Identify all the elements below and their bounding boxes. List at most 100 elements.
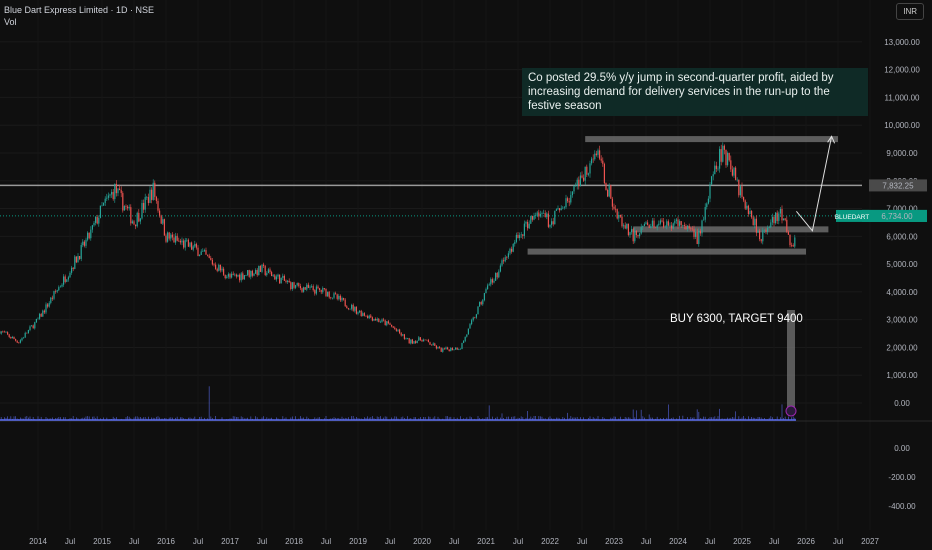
candle-body: [375, 319, 377, 321]
candle-body: [677, 219, 679, 226]
candle-body: [447, 347, 449, 350]
candle-body: [197, 247, 199, 256]
candle-body: [730, 160, 732, 170]
candle-body: [466, 334, 468, 337]
y-tick-label: 6,000.00: [886, 232, 918, 241]
x-tick-label: 2018: [285, 537, 303, 546]
candle-body: [56, 290, 58, 292]
candle-body: [538, 212, 540, 217]
candle-body: [418, 337, 420, 341]
candle-body: [335, 293, 337, 295]
candle-body: [376, 318, 378, 321]
candle-body: [605, 183, 607, 190]
candle-body: [391, 324, 393, 327]
candle-body: [501, 260, 503, 266]
candle-body: [186, 239, 188, 241]
candle-body: [381, 319, 383, 322]
candle-body: [655, 227, 657, 229]
candle-body: [279, 274, 281, 284]
candle-body: [195, 243, 197, 248]
candle-body: [735, 167, 737, 180]
candle-body: [419, 337, 421, 340]
support-resistance-zone: [527, 248, 806, 255]
y-tick-label: 2,000.00: [886, 343, 918, 352]
candle-body: [141, 202, 143, 219]
candle-body: [295, 285, 297, 288]
candle-body: [768, 227, 770, 228]
candle-body: [383, 319, 385, 321]
currency-button[interactable]: INR: [896, 3, 924, 20]
candle-body: [85, 239, 87, 246]
candle-body: [456, 347, 458, 350]
candle-body: [199, 254, 201, 256]
candle-body: [338, 295, 340, 299]
candle-body: [35, 318, 37, 323]
candle-body: [290, 282, 292, 290]
candle-body: [264, 266, 266, 276]
candle-body: [776, 212, 778, 221]
candle-body: [450, 347, 452, 352]
candle-body: [779, 208, 781, 214]
candle-body: [583, 177, 585, 181]
candle-body: [549, 224, 551, 227]
candle-body: [525, 221, 527, 224]
candle-body: [104, 198, 106, 203]
candle-body: [714, 165, 716, 175]
candle-body: [293, 282, 295, 288]
candle-body: [152, 182, 154, 200]
candle-body: [626, 223, 628, 229]
candle-body: [365, 315, 367, 317]
candle-body: [240, 273, 242, 281]
candle-body: [483, 293, 485, 301]
candle-body: [451, 347, 453, 350]
candle-body: [285, 280, 287, 282]
y-tick-label: 12,000.00: [884, 66, 920, 75]
candle-body: [520, 234, 522, 236]
candle-body: [499, 265, 501, 272]
candle-body: [773, 216, 775, 224]
candle-body: [389, 323, 391, 325]
candle-body: [434, 343, 436, 346]
candle-body: [611, 198, 613, 207]
candle-body: [37, 318, 39, 320]
candle-body: [490, 279, 492, 285]
volume-indicator-label[interactable]: Vol: [4, 16, 154, 28]
candle-body: [506, 257, 508, 258]
y-tick-label: 5,000.00: [886, 260, 918, 269]
candle-body: [191, 242, 193, 250]
candle-body: [117, 188, 119, 194]
candle-body: [247, 270, 249, 275]
candle-body: [323, 288, 325, 289]
candle-body: [720, 149, 722, 162]
candle-body: [125, 206, 127, 207]
candle-body: [272, 275, 274, 277]
x-tick-label: Jul: [385, 537, 395, 546]
target-bar: [787, 310, 795, 410]
candle-body: [608, 185, 610, 197]
candle-body: [781, 208, 783, 221]
candle-body: [479, 302, 481, 307]
x-tick-label: Jul: [513, 537, 523, 546]
candle-body: [267, 269, 269, 274]
candle-body: [507, 253, 509, 258]
candle-body: [576, 179, 578, 186]
candle-body: [215, 264, 217, 269]
candle-body: [296, 283, 298, 286]
candle-body: [122, 193, 124, 211]
candle-body: [144, 197, 146, 210]
candle-body: [762, 230, 764, 242]
candle-body: [421, 339, 423, 342]
candle-body: [98, 217, 100, 224]
candle-body: [239, 274, 241, 281]
candle-body: [530, 216, 532, 224]
volume-tick-label: -400.00: [888, 502, 916, 511]
candle-body: [616, 209, 618, 219]
candle-body: [719, 149, 721, 169]
candle-body: [679, 221, 681, 226]
candle-body: [639, 233, 641, 237]
x-tick-label: Jul: [449, 537, 459, 546]
candle-body: [467, 328, 469, 335]
x-tick-label: Jul: [577, 537, 587, 546]
candle-body: [255, 270, 257, 274]
candle-body: [555, 209, 557, 211]
